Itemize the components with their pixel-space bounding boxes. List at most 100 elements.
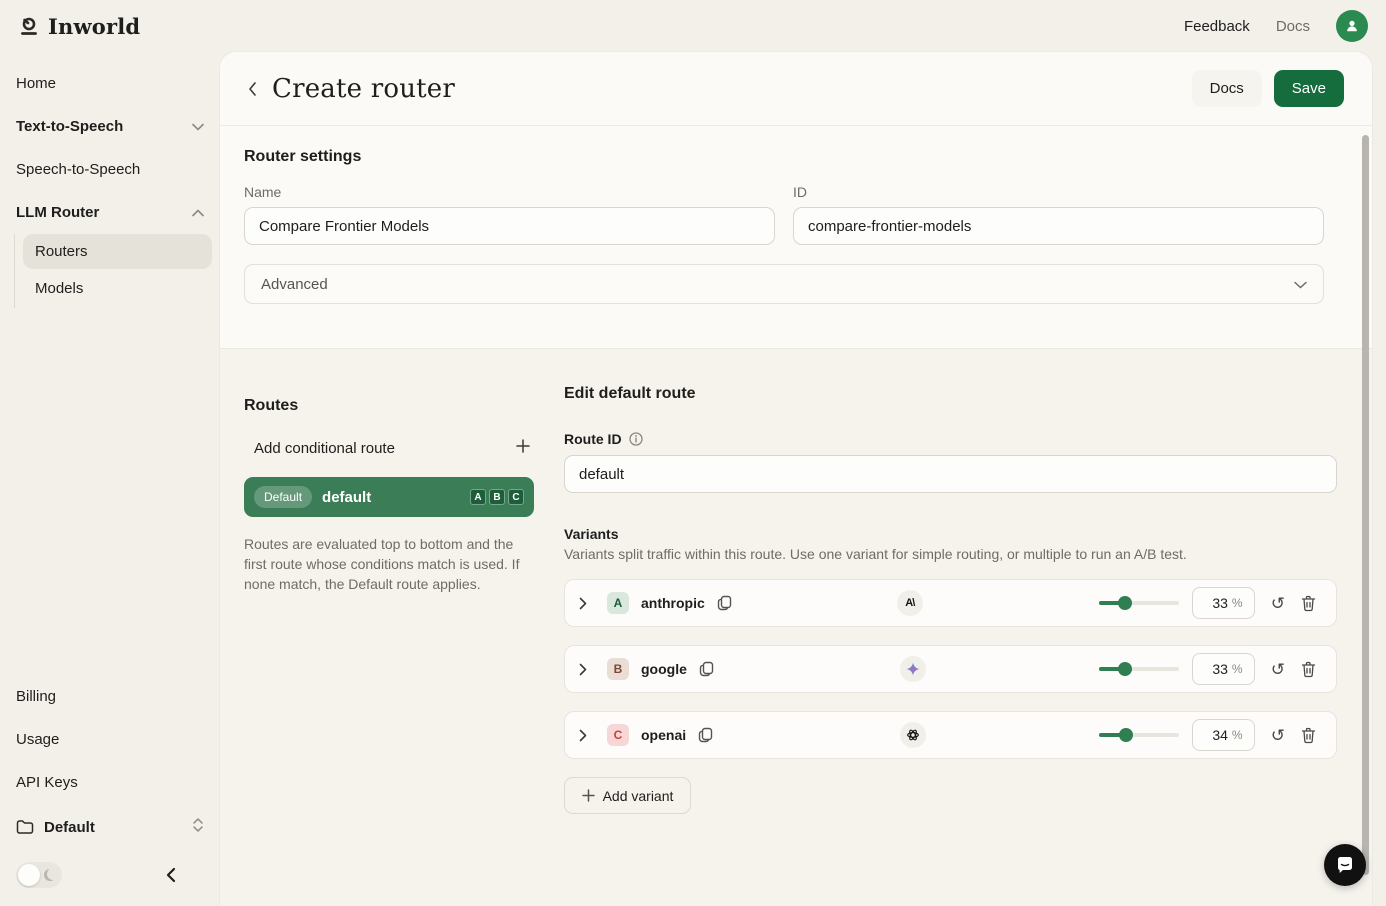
variant-letter-badge: A <box>607 592 629 614</box>
save-button[interactable]: Save <box>1273 70 1344 107</box>
trash-icon[interactable] <box>1301 661 1316 678</box>
router-settings-section: Router settings Name ID Advanced <box>220 126 1372 348</box>
percent-input[interactable] <box>1203 595 1228 611</box>
sidebar-item-api-keys[interactable]: API Keys <box>12 765 212 800</box>
variant-letter-b-badge: B <box>489 489 505 505</box>
id-label: ID <box>793 184 807 200</box>
sidebar-item-models-label: Models <box>35 280 84 297</box>
edit-route-column: Edit default route Route ID Variants Var… <box>564 377 1337 906</box>
unfold-chevrons-icon <box>192 817 204 837</box>
sidebar-item-usage-label: Usage <box>16 731 60 748</box>
traffic-slider[interactable] <box>1098 728 1179 742</box>
copy-icon[interactable] <box>699 661 714 677</box>
variants-description: Variants split traffic within this route… <box>564 546 1187 562</box>
sidebar-item-usage[interactable]: Usage <box>12 722 212 757</box>
expand-chevron-right-icon[interactable] <box>579 663 599 676</box>
router-settings-heading: Router settings <box>244 148 362 165</box>
add-conditional-route-label: Add conditional route <box>254 439 395 457</box>
route-item-default[interactable]: Default default A B C <box>244 477 534 517</box>
plus-icon <box>581 789 595 802</box>
vertical-scrollbar[interactable] <box>1362 135 1369 875</box>
docs-button[interactable]: Docs <box>1191 70 1262 107</box>
copy-icon[interactable] <box>698 727 713 743</box>
chat-support-button[interactable] <box>1324 844 1366 886</box>
name-label: Name <box>244 184 282 200</box>
gemini-logo-icon <box>899 656 926 682</box>
sidebar-footer <box>12 858 212 888</box>
topbar: Inworld Feedback Docs <box>0 0 1386 52</box>
routes-column: Routes Add conditional route Default def… <box>244 377 534 906</box>
sidebar-item-billing-label: Billing <box>16 688 57 705</box>
sidebar-item-billing[interactable]: Billing <box>12 679 212 714</box>
sidebar-item-text-to-speech[interactable]: Text-to-Speech <box>12 109 212 144</box>
percent-unit: % <box>1231 728 1243 742</box>
variant-name: anthropic <box>641 595 705 611</box>
default-badge: Default <box>254 486 313 508</box>
add-conditional-route-button[interactable]: Add conditional route <box>244 433 534 463</box>
user-avatar[interactable] <box>1336 10 1368 42</box>
add-variant-button[interactable]: Add variant <box>564 777 691 814</box>
percent-input[interactable] <box>1203 727 1228 743</box>
variant-row-anthropic: A anthropic A\ % <box>564 579 1337 627</box>
variant-letter-c-badge: C <box>508 489 524 505</box>
routes-helper-text: Routes are evaluated top to bottom and t… <box>244 536 520 592</box>
sidebar-item-tts-label: Text-to-Speech <box>16 118 124 135</box>
traffic-slider[interactable] <box>1098 596 1179 610</box>
percent-input[interactable] <box>1203 661 1228 677</box>
variant-row-google: B google 33 % ↺ <box>564 645 1337 693</box>
sidebar: Home Text-to-Speech Speech-to-Speech LLM… <box>0 52 220 906</box>
advanced-label: Advanced <box>261 275 328 293</box>
variant-name: google <box>641 661 687 677</box>
sidebar-item-speech-to-speech[interactable]: Speech-to-Speech <box>12 152 212 187</box>
route-name: default <box>322 488 372 506</box>
percent-field: % <box>1191 653 1255 685</box>
routes-heading: Routes <box>244 397 299 414</box>
name-input[interactable] <box>244 207 775 245</box>
sidebar-item-home[interactable]: Home <box>12 66 212 101</box>
traffic-slider[interactable] <box>1098 662 1179 676</box>
feedback-link[interactable]: Feedback <box>1184 18 1250 35</box>
percent-unit: % <box>1231 662 1243 676</box>
moon-icon <box>44 869 56 881</box>
main-panel: Create router Docs Save Router settings … <box>220 52 1372 906</box>
expand-chevron-right-icon[interactable] <box>579 729 599 742</box>
openai-logo-icon <box>900 722 927 748</box>
page-title: Create router <box>272 73 456 104</box>
info-icon[interactable] <box>628 432 643 446</box>
sidebar-item-api-keys-label: API Keys <box>16 774 78 791</box>
sidebar-item-llm-router[interactable]: LLM Router <box>12 195 212 230</box>
sidebar-item-llm-router-label: LLM Router <box>16 204 100 221</box>
copy-icon[interactable] <box>717 595 732 611</box>
sidebar-item-routers[interactable]: Routers <box>23 234 212 269</box>
sidebar-item-sts-label: Speech-to-Speech <box>16 161 141 178</box>
back-button[interactable] <box>238 75 266 103</box>
advanced-expander[interactable]: Advanced <box>244 264 1324 304</box>
chat-bubble-icon <box>1335 855 1355 875</box>
reset-icon[interactable]: ↺ <box>1271 595 1285 612</box>
chevron-down-icon <box>1294 276 1307 293</box>
reset-icon[interactable]: ↺ <box>1271 727 1285 744</box>
theme-toggle[interactable] <box>16 862 62 888</box>
expand-chevron-right-icon[interactable] <box>579 597 599 610</box>
inworld-logo-icon <box>18 15 40 37</box>
sun-toggle-knob <box>18 864 40 886</box>
id-input[interactable] <box>793 207 1324 245</box>
routes-section: Routes Add conditional route Default def… <box>220 348 1372 906</box>
route-id-input[interactable] <box>564 455 1337 493</box>
workspace-selector[interactable]: Default <box>12 808 212 846</box>
variant-letter-badge: C <box>607 724 629 746</box>
variant-name: openai <box>641 727 687 743</box>
percent-unit: % <box>1231 596 1243 610</box>
sidebar-item-models[interactable]: Models <box>23 271 212 306</box>
trash-icon[interactable] <box>1301 595 1316 612</box>
reset-icon[interactable]: ↺ <box>1271 661 1285 678</box>
inworld-brand[interactable]: Inworld <box>18 14 140 39</box>
llm-router-subnav: Routers Models <box>14 234 212 308</box>
trash-icon[interactable] <box>1301 727 1316 744</box>
docs-link[interactable]: Docs <box>1276 18 1310 35</box>
variant-row-openai: C openai 34 % ↺ <box>564 711 1337 759</box>
page-header: Create router Docs Save <box>220 52 1372 126</box>
sidebar-collapse-button[interactable] <box>165 867 204 883</box>
anthropic-logo-icon: A\ <box>896 590 923 616</box>
